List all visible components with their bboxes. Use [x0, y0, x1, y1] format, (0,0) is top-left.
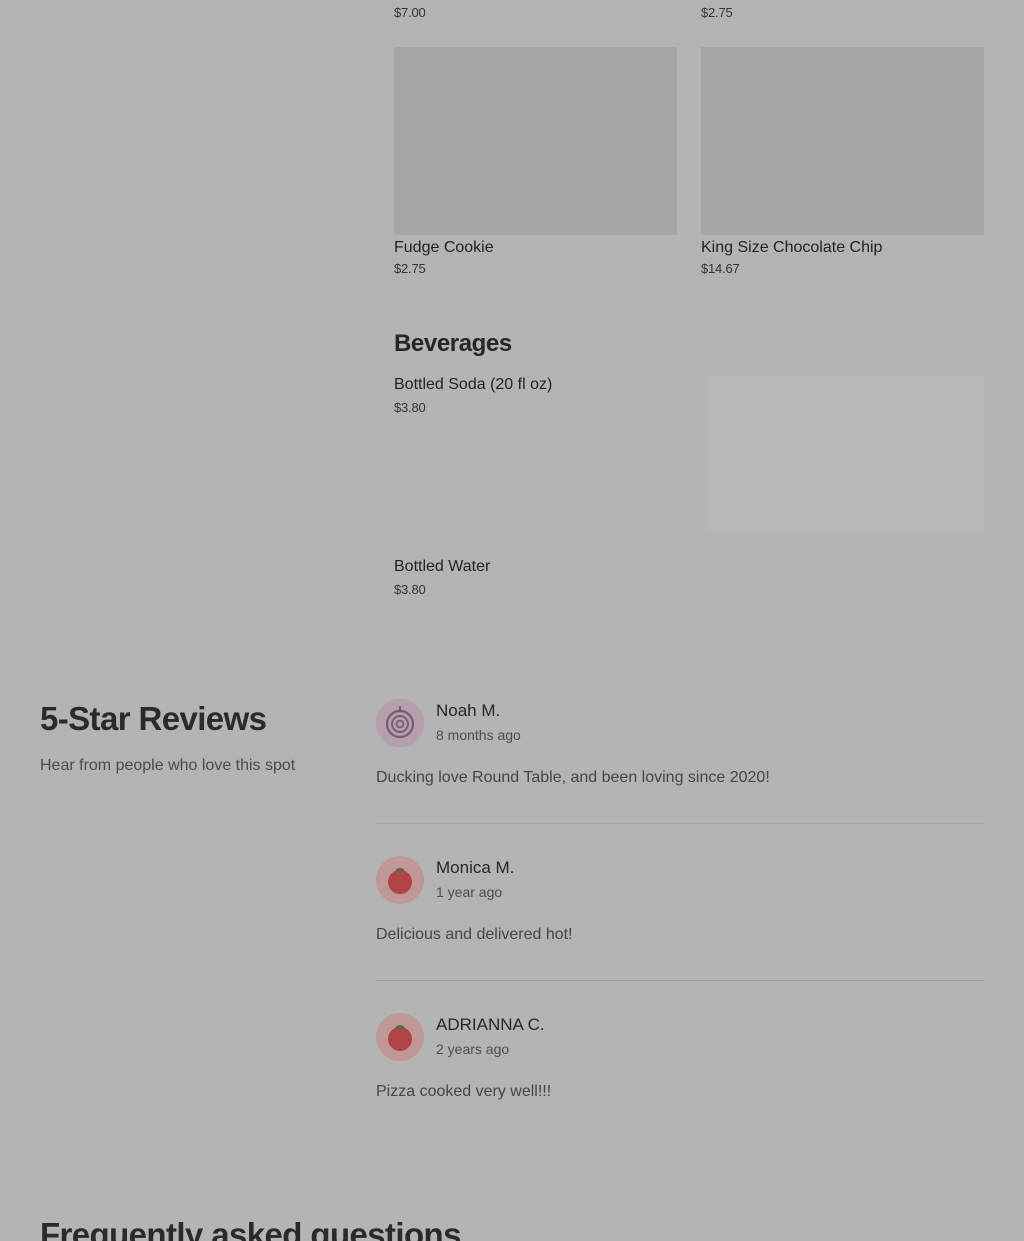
- review-text: Ducking love Round Table, and been lovin…: [376, 769, 770, 786]
- item-price: $2.75: [701, 5, 733, 20]
- reviews-title: 5-Star Reviews: [40, 700, 267, 737]
- item-name: Fudge Cookie: [394, 239, 494, 256]
- menu-item-row[interactable]: Bottled Soda (20 fl oz) $3.80: [394, 376, 984, 534]
- onion-icon: [376, 699, 424, 747]
- faq-title: Frequently asked questions: [40, 1216, 461, 1241]
- menu-item-row[interactable]: Bottled Water $3.80: [394, 558, 984, 597]
- reviewer-name: Noah M.: [436, 701, 501, 720]
- reviewer-name: ADRIANNA C.: [436, 1015, 545, 1034]
- item-image: [394, 47, 677, 235]
- section-title: Beverages: [394, 330, 512, 357]
- menu-item-card[interactable]: Fudge Cookie $2.75: [394, 47, 677, 276]
- review-text: Delicious and delivered hot!: [376, 926, 573, 943]
- item-name: King Size Chocolate Chip: [701, 239, 883, 256]
- tomato-icon: [376, 856, 424, 904]
- item-price: $2.75: [394, 261, 426, 276]
- item-image: [701, 47, 984, 235]
- item-price: $3.80: [394, 582, 426, 597]
- divider: [376, 980, 984, 981]
- review-date: 1 year ago: [436, 884, 503, 900]
- review-date: 8 months ago: [436, 727, 521, 743]
- reviewer-name: Monica M.: [436, 858, 515, 877]
- item-price: $14.67: [701, 261, 740, 276]
- tomato-icon: [376, 1013, 424, 1061]
- reviews-subtitle: Hear from people who love this spot: [40, 757, 296, 774]
- menu-item-card[interactable]: King Size Chocolate Chip $14.67: [701, 47, 984, 276]
- item-name: Bottled Water: [394, 558, 491, 575]
- review-date: 2 years ago: [436, 1041, 510, 1057]
- divider: [376, 823, 984, 824]
- item-price: $7.00: [394, 5, 426, 20]
- review-text: Pizza cooked very well!!!: [376, 1083, 552, 1100]
- item-image: [708, 376, 984, 532]
